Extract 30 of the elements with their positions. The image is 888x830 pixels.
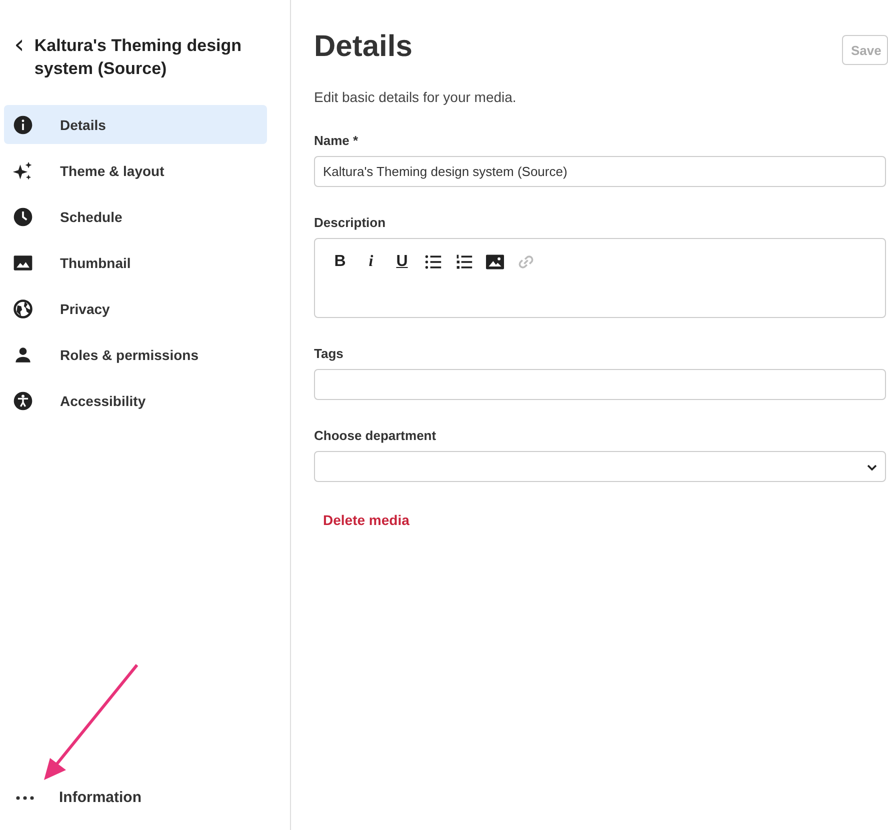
name-field[interactable]: Kaltura's Theming design system (Source)	[314, 156, 886, 187]
more-icon[interactable]	[16, 796, 34, 800]
sidebar-item[interactable]: Thumbnail	[4, 243, 267, 282]
back-button[interactable]: ‹	[14, 34, 24, 56]
delete-media-link[interactable]: Delete media	[323, 512, 888, 528]
information-link[interactable]: Information	[59, 789, 142, 806]
underline-button[interactable]: U	[391, 251, 413, 273]
bold-button[interactable]: B	[329, 251, 351, 273]
italic-button[interactable]: i	[360, 251, 382, 273]
sidebar-item[interactable]: Accessibility	[4, 381, 267, 420]
page-title: Details	[314, 30, 412, 64]
sidebar-item[interactable]: Details	[4, 105, 267, 144]
field-label: Name *	[314, 133, 360, 148]
sparkle-icon	[12, 160, 34, 182]
field-label: Description	[314, 215, 387, 230]
globe-icon	[12, 298, 34, 320]
page-description: Edit basic details for your media.	[314, 89, 518, 105]
info-icon	[12, 114, 34, 136]
chevron-down-icon	[867, 464, 877, 471]
field-label: Tags	[314, 346, 344, 361]
sidebar-item[interactable]: Schedule	[4, 197, 267, 236]
clock-icon	[12, 206, 34, 228]
tags-field[interactable]	[314, 369, 886, 400]
sidebar-item[interactable]: Roles & permissions	[4, 335, 267, 374]
description-editor[interactable]: B i U	[314, 238, 886, 318]
accessibility-icon	[12, 390, 34, 412]
field-label: Choose department	[314, 428, 438, 443]
sidebar-item[interactable]: Theme & layout	[4, 151, 267, 190]
sidebar-item[interactable]: Privacy	[4, 289, 267, 328]
media-title: Kaltura's Theming design system (Source)	[34, 35, 243, 80]
